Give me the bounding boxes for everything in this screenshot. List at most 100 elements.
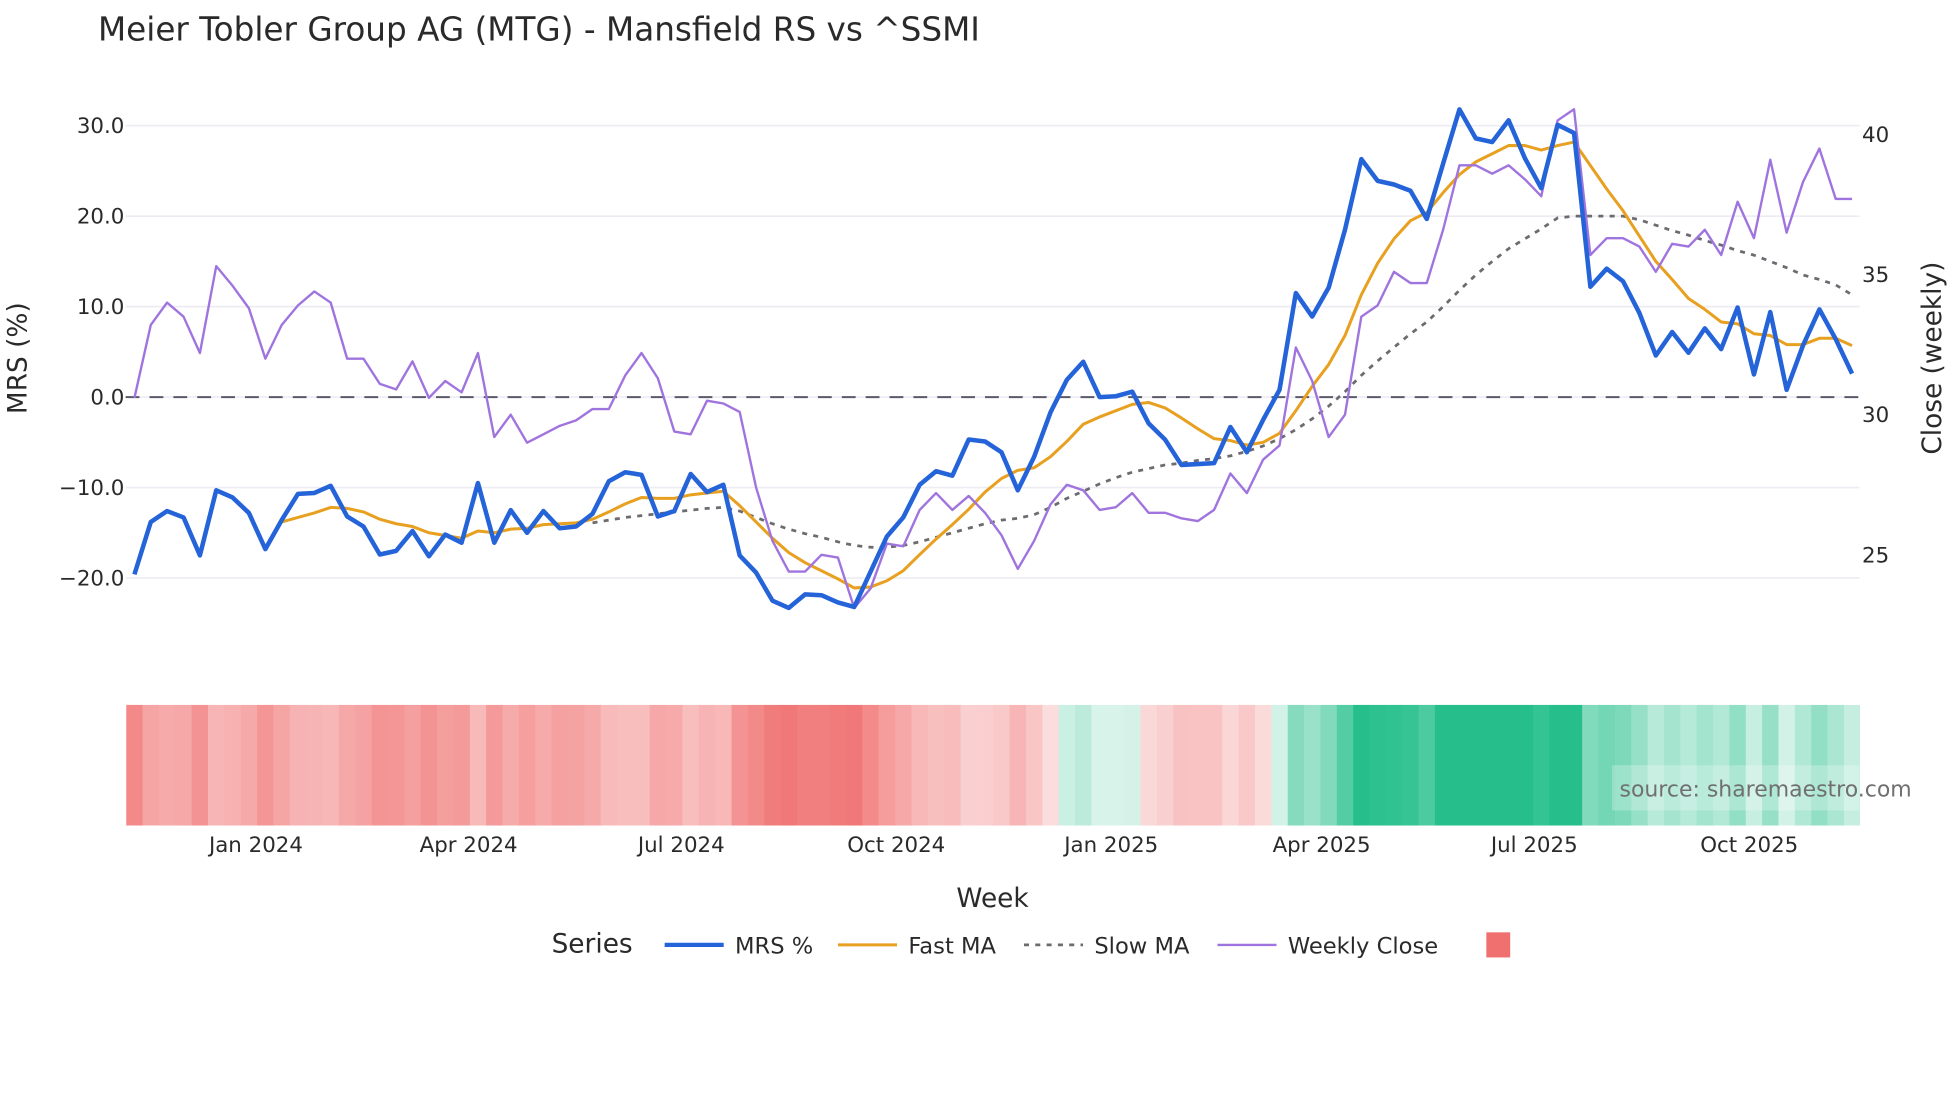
- legend-label: Weekly Close: [1288, 934, 1438, 960]
- y2-axis-ticks: 40 35 30 25: [1862, 123, 1889, 568]
- heatmap-cell: [1025, 704, 1043, 826]
- x-tick-label: Oct 2024: [847, 833, 945, 858]
- heatmap-cell: [1140, 704, 1158, 826]
- x-tick-label: Oct 2025: [1700, 833, 1798, 858]
- heatmap-cell: [813, 704, 831, 826]
- heatmap-cell: [1254, 704, 1272, 826]
- heatmap-cell: [1222, 704, 1240, 826]
- heatmap-cell: [1075, 704, 1092, 826]
- mansfield-rs-chart: Meier Tobler Group AG (MTG) - Mansfield …: [3, 10, 1948, 960]
- legend-item-close[interactable]: Weekly Close: [1217, 934, 1438, 960]
- heatmap-cell: [1467, 704, 1485, 826]
- heatmap-cell: [1287, 704, 1305, 826]
- heatmap-cell: [1124, 704, 1141, 826]
- heatmap-cell: [551, 704, 569, 826]
- heatmap-cell: [1582, 704, 1600, 826]
- heatmap-cell: [371, 704, 389, 826]
- heatmap-cell: [306, 704, 324, 826]
- heatmap-cell: [584, 704, 602, 826]
- y-axis-ticks: 30.0 20.0 10.0 0.0 −10.0 −20.0: [59, 114, 124, 591]
- heatmap-cell: [1107, 704, 1125, 826]
- heatmap-cell: [289, 704, 307, 826]
- heatmap-cell: [1156, 704, 1174, 826]
- heatmap-cell: [715, 704, 733, 826]
- legend-label: Fast MA: [908, 934, 996, 960]
- heatmap-cell: [1009, 704, 1027, 826]
- heatmap-cell: [666, 704, 683, 826]
- source-note: source: sharemaestro.com: [1611, 765, 1912, 811]
- heatmap-cell: [1173, 704, 1191, 826]
- heatmap-cell: [355, 704, 373, 826]
- heatmap-cell: [142, 704, 160, 826]
- heatmap-cell: [1434, 704, 1452, 826]
- heatmap-cell: [469, 704, 487, 826]
- heatmap-cell: [257, 704, 274, 826]
- heatmap-cell: [600, 704, 618, 826]
- heatmap-cell: [535, 704, 553, 826]
- y-tick-label: 20.0: [77, 205, 125, 230]
- y-axis-title: MRS (%): [3, 302, 33, 414]
- heatmap-cell: [1042, 704, 1060, 826]
- x-tick-label: Jan 2025: [1062, 833, 1158, 858]
- heatmap-cell: [829, 704, 847, 826]
- heatmap-cell: [224, 704, 242, 826]
- heatmap-cell: [1238, 704, 1256, 826]
- heatmap-cell: [1353, 704, 1371, 826]
- legend-item-fast[interactable]: Fast MA: [838, 934, 997, 960]
- heatmap-cell: [567, 704, 585, 826]
- heatmap-cell: [1451, 704, 1469, 826]
- y-tick-label: −10.0: [59, 476, 124, 501]
- heatmap-cell: [927, 704, 945, 826]
- heatmap-cell: [437, 704, 454, 826]
- heatmap-cell: [208, 704, 225, 826]
- heatmap-cell: [862, 704, 880, 826]
- x-axis-ticks: Jan 2024 Apr 2024 Jul 2024 Oct 2024 Jan 2025…: [207, 833, 1798, 858]
- y2-tick-label: 40: [1862, 123, 1889, 148]
- legend-item-mrs[interactable]: MRS %: [664, 934, 814, 960]
- heatmap-cell: [846, 704, 863, 826]
- mrs-heatmap-band: [126, 704, 1860, 826]
- series-line-mrs: [132, 107, 1855, 611]
- y-tick-label: 10.0: [77, 295, 125, 320]
- series-line-close: [133, 108, 1853, 610]
- x-tick-label: Jan 2024: [207, 833, 303, 858]
- heatmap-cell: [747, 704, 765, 826]
- legend-label: Slow MA: [1094, 934, 1190, 960]
- heatmap-cell: [633, 704, 651, 826]
- legend-item-slow[interactable]: Slow MA: [1023, 934, 1190, 960]
- source-note-text: source: sharemaestro.com: [1620, 778, 1912, 803]
- legend-title: Series: [552, 929, 633, 959]
- y2-tick-label: 30: [1862, 403, 1889, 428]
- heatmap-cell: [1484, 704, 1501, 826]
- heatmap-cell: [617, 704, 634, 826]
- x-tick-label: Jul 2025: [1489, 833, 1578, 858]
- heatmap-cell: [502, 704, 520, 826]
- heatmap-cell: [158, 704, 176, 826]
- x-tick-label: Jul 2024: [636, 833, 725, 858]
- heatmap-cell: [976, 704, 994, 826]
- legend: Series MRS % Fast MA Slow MA Weekly Close: [552, 929, 1511, 960]
- heatmap-cell: [387, 704, 405, 826]
- heatmap-cell: [1516, 704, 1534, 826]
- y2-axis-title: Close (weekly): [1918, 262, 1948, 455]
- y-tick-label: −20.0: [59, 567, 124, 592]
- heatmap-cell: [518, 704, 536, 826]
- heatmap-cell: [1402, 704, 1420, 826]
- heatmap-cell: [1385, 704, 1403, 826]
- heatmap-cell: [322, 704, 340, 826]
- legend-item-heatmap-swatch[interactable]: [1486, 932, 1511, 958]
- heatmap-cell: [731, 704, 749, 826]
- heatmap-cell: [1369, 704, 1387, 826]
- heatmap-cell: [126, 704, 144, 826]
- heatmap-cell: [698, 704, 716, 826]
- heatmap-cell: [420, 704, 438, 826]
- series-line-slow: [592, 214, 1853, 549]
- heatmap-cell: [1189, 704, 1207, 826]
- heatmap-cell: [273, 704, 291, 826]
- heatmap-cell: [960, 704, 978, 826]
- chart-title: Meier Tobler Group AG (MTG) - Mansfield …: [98, 10, 980, 48]
- y-tick-label: 0.0: [90, 386, 124, 411]
- heatmap-cell: [453, 704, 471, 826]
- heatmap-cell: [404, 704, 422, 826]
- x-axis-title: Week: [956, 884, 1029, 914]
